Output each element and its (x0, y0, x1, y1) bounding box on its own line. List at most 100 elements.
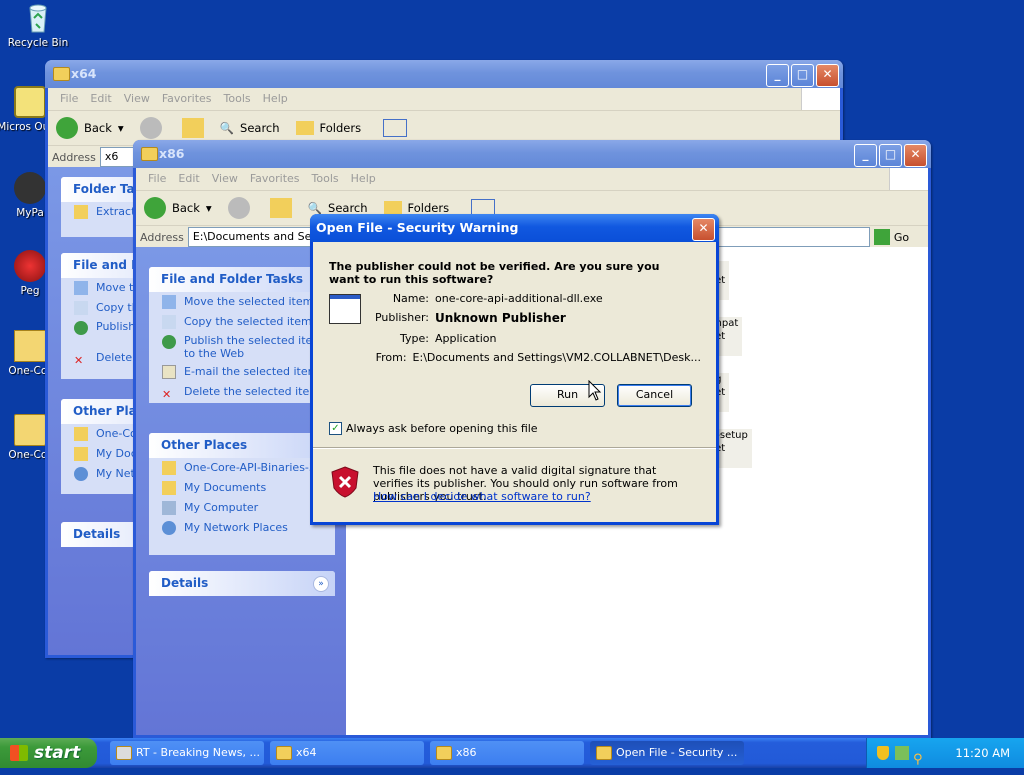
maximize-button[interactable]: □ (791, 64, 814, 87)
back-button-label[interactable]: Back (172, 201, 200, 215)
search-button-label[interactable]: Search (240, 121, 280, 135)
dropdown-arrow-icon[interactable]: ▾ (206, 201, 212, 215)
place-label: My Documents (184, 481, 267, 494)
field-row: From: E:\Documents and Settings\VM2.COLL… (371, 351, 701, 370)
clock: 11:20 AM (955, 746, 1010, 760)
search-icon[interactable]: 🔍 (220, 121, 234, 135)
menu-view[interactable]: View (206, 168, 244, 190)
security-shield-icon[interactable] (877, 746, 889, 760)
panel-file-tasks: File and Folder Tasks Move the selected … (149, 267, 335, 403)
dialog-title-bar[interactable]: Open File - Security Warning ✕ (310, 214, 719, 242)
views-icon[interactable] (383, 119, 408, 137)
taskbar-button-security-warning[interactable]: Open File - Security ... (590, 741, 744, 765)
panel-header[interactable]: Other Places (149, 433, 335, 458)
search-icon[interactable]: 🔍 (308, 201, 322, 215)
place-my-computer[interactable]: My Computer (149, 498, 335, 518)
task-label: Move the selected items (184, 295, 320, 308)
back-icon[interactable] (56, 117, 78, 139)
network-tray-icon[interactable] (895, 746, 909, 760)
taskbar-button-label: RT - Breaking News, ... (136, 746, 260, 759)
taskbar-button-label: x64 (296, 746, 317, 759)
window-title: x86 (159, 146, 185, 161)
go-arrow-icon[interactable] (873, 229, 890, 245)
menu-view[interactable]: View (118, 88, 156, 110)
up-folder-icon[interactable] (181, 118, 204, 138)
menu-file[interactable]: File (54, 88, 84, 110)
place-my-documents[interactable]: My Documents (149, 478, 335, 498)
place-one-core-binaries[interactable]: One-Core-API-Binaries-3.0 (149, 458, 335, 478)
move-icon (162, 295, 176, 309)
mypa-icon (14, 172, 46, 204)
task-copy[interactable]: Copy the selected items (149, 312, 335, 332)
copy-icon (74, 301, 88, 315)
warning-question: The publisher could not be verified. Are… (329, 260, 660, 286)
field-value: one-core-api-additional-dll.exe (435, 292, 603, 305)
field-label: Publisher: (374, 311, 429, 324)
menu-tools[interactable]: Tools (218, 88, 257, 110)
place-my-network[interactable]: My Network Places (149, 518, 335, 538)
menu-edit[interactable]: Edit (172, 168, 205, 190)
taskbar-button-x64[interactable]: x64 (270, 741, 424, 765)
task-publish[interactable]: Publish the selected items to the Web (149, 332, 335, 362)
dropdown-arrow-icon[interactable]: ▾ (118, 121, 124, 135)
field-row: Publisher: Unknown Publisher (371, 311, 701, 332)
title-bar[interactable]: x64 _ □ ✕ (45, 60, 843, 88)
folders-icon[interactable] (383, 201, 402, 215)
desktop-icon-recycle-bin[interactable]: Recycle Bin (0, 2, 76, 49)
taskbar-button-browser[interactable]: RT - Breaking News, ... (110, 741, 264, 765)
task-delete[interactable]: ✕ Delete the selected items (149, 382, 335, 402)
menu-favorites[interactable]: Favorites (244, 168, 306, 190)
search-button-label[interactable]: Search (328, 201, 368, 215)
outlook-icon (14, 86, 46, 118)
folder-icon (141, 147, 158, 161)
field-label: Type: (400, 332, 429, 345)
close-button[interactable]: ✕ (692, 218, 715, 241)
up-folder-icon[interactable] (269, 198, 292, 218)
task-move[interactable]: Move the selected items (149, 292, 335, 312)
file-fields: Name: one-core-api-additional-dll.exe Pu… (371, 292, 701, 370)
panel-header[interactable]: Details (149, 571, 335, 596)
checkbox[interactable]: ✓ (329, 422, 342, 435)
field-label: Name: (392, 292, 429, 305)
maximize-button[interactable]: □ (879, 144, 902, 167)
menu-file[interactable]: File (142, 168, 172, 190)
folders-button-label[interactable]: Folders (408, 201, 450, 215)
zip-folder-icon (14, 330, 46, 362)
cancel-button[interactable]: Cancel (617, 384, 692, 407)
always-ask-checkbox-row[interactable]: ✓ Always ask before opening this file (329, 422, 538, 435)
menu-help[interactable]: Help (345, 168, 382, 190)
folder-icon (74, 447, 88, 461)
back-button-label[interactable]: Back (84, 121, 112, 135)
close-button[interactable]: ✕ (904, 144, 927, 167)
search-tray-icon[interactable]: ⚲ (913, 745, 923, 775)
network-icon (74, 467, 88, 481)
forward-icon (227, 197, 250, 219)
copy-icon (162, 315, 176, 329)
minimize-button[interactable]: _ (766, 64, 789, 87)
back-icon[interactable] (144, 197, 166, 219)
mouse-cursor-icon (588, 379, 602, 405)
taskbar-button-x86[interactable]: x86 (430, 741, 584, 765)
desktop-icon-label: Recycle Bin (7, 37, 69, 49)
folders-button-label[interactable]: Folders (320, 121, 362, 135)
security-warning-dialog[interactable]: Open File - Security Warning ✕ The publi… (310, 214, 719, 525)
minimize-button[interactable]: _ (854, 144, 877, 167)
folder-icon (276, 746, 292, 760)
folder-icon (162, 461, 176, 475)
help-link[interactable]: How can I decide what software to run? (373, 490, 591, 503)
expand-chevron-icon[interactable]: » (313, 576, 329, 592)
go-button-label[interactable]: Go (894, 231, 909, 244)
folders-icon[interactable] (295, 121, 314, 135)
menu-edit[interactable]: Edit (84, 88, 117, 110)
menu-help[interactable]: Help (257, 88, 294, 110)
folder-icon (596, 746, 612, 760)
menu-tools[interactable]: Tools (306, 168, 345, 190)
place-label: My Doc (96, 447, 137, 460)
close-button[interactable]: ✕ (816, 64, 839, 87)
start-button[interactable]: start (0, 738, 97, 768)
desktop-icon-label: Peg (20, 285, 40, 297)
panel-header[interactable]: File and Folder Tasks (149, 267, 335, 292)
task-email[interactable]: E-mail the selected items (149, 362, 335, 382)
title-bar[interactable]: x86 _ □ ✕ (133, 140, 931, 168)
menu-favorites[interactable]: Favorites (156, 88, 218, 110)
